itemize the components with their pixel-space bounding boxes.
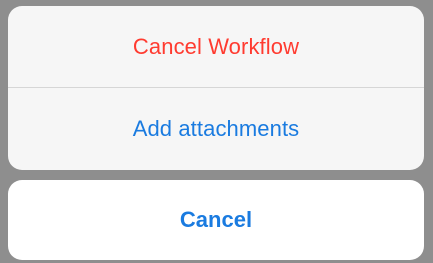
add-attachments-button[interactable]: Add attachments xyxy=(8,88,424,170)
cancel-workflow-button[interactable]: Cancel Workflow xyxy=(8,6,424,88)
action-sheet-overlay: Cancel Workflow Add attachments Cancel xyxy=(0,0,433,263)
cancel-button[interactable]: Cancel xyxy=(8,180,424,260)
action-sheet-group: Cancel Workflow Add attachments xyxy=(8,6,424,170)
